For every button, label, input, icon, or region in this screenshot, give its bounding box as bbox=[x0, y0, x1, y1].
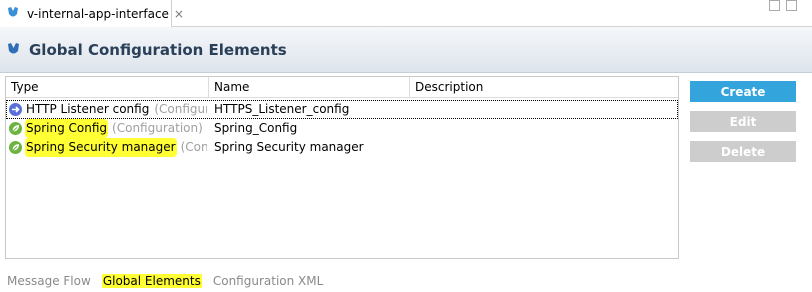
maximize-icon[interactable] bbox=[786, 0, 797, 11]
editor-tab-strip: v-internal-app-interface × bbox=[0, 0, 812, 27]
editor-bottom-tabs: Message Flow Global Elements Configurati… bbox=[0, 272, 327, 290]
spring-leaf-icon bbox=[8, 140, 23, 155]
row-type-kind: (Configuration) bbox=[154, 102, 207, 116]
edit-button[interactable]: Edit bbox=[690, 111, 796, 132]
column-header-type[interactable]: Type bbox=[6, 77, 208, 97]
editor-tab-title: v-internal-app-interface bbox=[27, 6, 169, 21]
mule-logo-icon bbox=[6, 42, 21, 57]
tab-configuration-xml[interactable]: Configuration XML bbox=[213, 274, 323, 288]
row-type-name: Spring Security manager bbox=[25, 138, 177, 157]
row-name: Spring_Config bbox=[214, 121, 298, 135]
http-listener-icon bbox=[8, 102, 23, 117]
row-description bbox=[415, 119, 675, 138]
close-icon[interactable]: × bbox=[174, 7, 184, 21]
delete-button[interactable]: Delete bbox=[690, 141, 796, 162]
spring-leaf-icon bbox=[8, 121, 23, 136]
create-button[interactable]: Create bbox=[690, 81, 796, 102]
row-type-name: Spring Config bbox=[25, 119, 109, 138]
minimize-icon[interactable] bbox=[769, 0, 780, 11]
table-row[interactable]: Spring Security manager (Configuration) … bbox=[6, 138, 678, 157]
page-title: Global Configuration Elements bbox=[29, 40, 287, 59]
row-type-kind: (Configuration) bbox=[112, 121, 203, 135]
table-row[interactable]: HTTP Listener config (Configuration) HTT… bbox=[6, 100, 678, 119]
editor-tab[interactable]: v-internal-app-interface × bbox=[0, 0, 184, 27]
row-type-name: HTTP Listener config bbox=[26, 102, 150, 116]
page-header: Global Configuration Elements bbox=[0, 27, 812, 73]
column-header-description[interactable]: Description bbox=[409, 77, 678, 97]
mule-app-icon bbox=[6, 6, 21, 21]
global-elements-table: Type Name Description HTTP Listener conf… bbox=[5, 76, 679, 259]
row-description bbox=[415, 100, 675, 119]
column-header-name[interactable]: Name bbox=[208, 77, 409, 97]
tab-global-elements[interactable]: Global Elements bbox=[101, 274, 202, 288]
table-row[interactable]: Spring Config (Configuration) Spring_Con… bbox=[6, 119, 678, 138]
row-name: HTTPS_Listener_config bbox=[214, 102, 350, 116]
tab-message-flow[interactable]: Message Flow bbox=[7, 274, 91, 288]
row-type-kind: (Configuration) bbox=[180, 140, 207, 154]
row-description bbox=[415, 138, 675, 157]
row-name: Spring Security manager bbox=[214, 140, 364, 154]
table-header: Type Name Description bbox=[6, 77, 678, 98]
